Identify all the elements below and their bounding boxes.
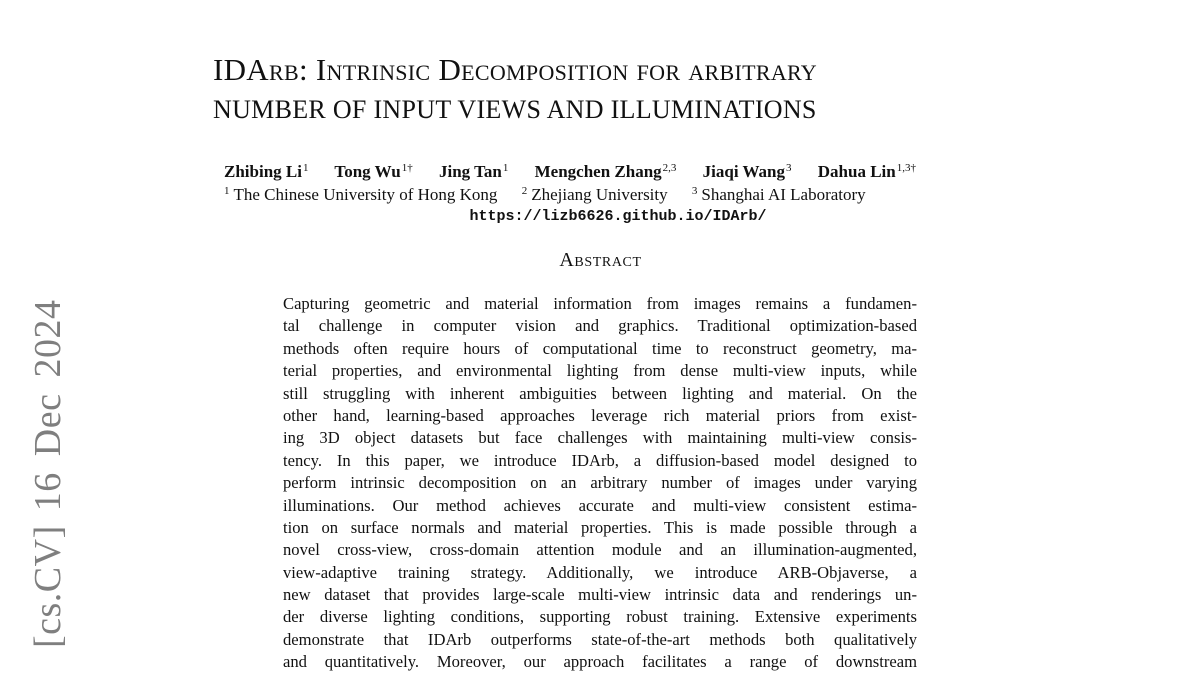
author: Dahua Lin1,3† [818,162,916,181]
paper-title: IDArb: Intrinsic Decomposition for arbit… [213,50,1013,130]
title-line-2: NUMBER OF INPUT VIEWS AND ILLUMINATIONS [213,95,817,124]
author-name: Zhibing Li [224,162,302,181]
author-affiliation-mark: 3 [786,162,792,174]
author-name: Mengchen Zhang [534,162,662,181]
abstract-line: tency. In this paper, we introduce IDArb… [283,450,917,470]
author-affiliation-mark: 1 [302,162,309,174]
abstract-line: Capturing geometric and material informa… [283,294,917,313]
author-name: Jing Tan [439,162,502,181]
title-fragment: : I [298,52,327,87]
abstract-line: ing 3D object datasets but face challeng… [283,428,917,448]
author-list: Zhibing Li1 Tong Wu1† Jing Tan1 Mengchen… [224,161,1024,183]
abstract-heading: Abstract [559,249,642,271]
abstract-body: Capturing geometric and material informa… [283,293,917,674]
author-affiliation-mark: 1† [401,162,413,174]
author: Zhibing Li1 [224,162,308,181]
affiliation-number: 3 [691,185,698,197]
title-fragment: rb [269,52,299,87]
author: Jiaqi Wang3 [703,162,792,181]
paper-page: [cs.CV] 16 Dec 2024 IDArb: Intrinsic Deco… [0,0,1200,671]
author-affiliation-mark: 1,3† [896,162,916,174]
author-name: Tong Wu [334,162,401,181]
affiliation: 1 The Chinese University of Hong Kong [224,185,497,204]
title-line-1: IDArb: Intrinsic Decomposition for arbit… [213,50,1013,90]
abstract-line: tion on surface normals and material pro… [283,517,917,537]
author-name: Dahua Lin [817,162,896,181]
affiliation-list: 1 The Chinese University of Hong Kong 2 Zh… [224,184,866,206]
arxiv-side-stamp: [cs.CV] 16 Dec 2024 [27,299,69,648]
author-affiliation-mark: 1 [502,162,509,174]
author-affiliation-mark: 2,3 [662,162,677,174]
affiliation-name: The Chinese University of Hong Kong [233,185,498,204]
author: Tong Wu1† [334,162,412,181]
arxiv-date: 16 Dec 2024 [27,299,69,512]
title-fragment: D [430,52,462,87]
author-name: Jiaqi Wang [702,162,786,181]
title-fragment: for arbitrary [628,52,817,87]
affiliation: 2 Zhejiang University [522,185,668,204]
abstract-line: methods often require hours of computati… [283,338,917,358]
author: Mengchen Zhang2,3 [535,162,677,181]
abstract-line: view-adaptive training strategy. Additio… [283,562,917,582]
affiliation-number: 2 [521,185,528,197]
abstract-line: illuminations. Our method achieves accur… [283,495,917,515]
author: Jing Tan1 [439,162,508,181]
abstract-line: new dataset that provides large-scale mu… [283,585,917,605]
affiliation: 3 Shanghai AI Laboratory [692,185,866,204]
abstract-line: and quantitatively. Moreover, our approa… [283,652,917,672]
title-fragment: IDA [213,52,269,87]
affiliation-name: Zhejiang University [531,185,668,204]
title-fragment: ecomposition [461,52,629,87]
affiliation-number: 1 [224,185,230,197]
title-fragment: ntrinsic [326,52,431,87]
abstract-line: novel cross-view, cross-domain attention… [283,540,917,560]
abstract-line: perform intrinsic decomposition on an ar… [283,473,917,493]
abstract-line: tal challenge in computer vision and gra… [283,316,917,336]
affiliation-name: Shanghai AI Laboratory [701,185,866,204]
project-page-link[interactable]: https://lizb6626.github.io/IDArb/ [0,207,1200,227]
abstract-line: terial properties, and environmental lig… [283,361,917,381]
abstract-line: der diverse lighting conditions, support… [283,607,917,627]
abstract-line: still struggling with inherent ambiguiti… [283,383,917,403]
arxiv-category: [cs.CV] [27,525,69,648]
abstract-line: other hand, learning-based approaches le… [283,405,917,425]
